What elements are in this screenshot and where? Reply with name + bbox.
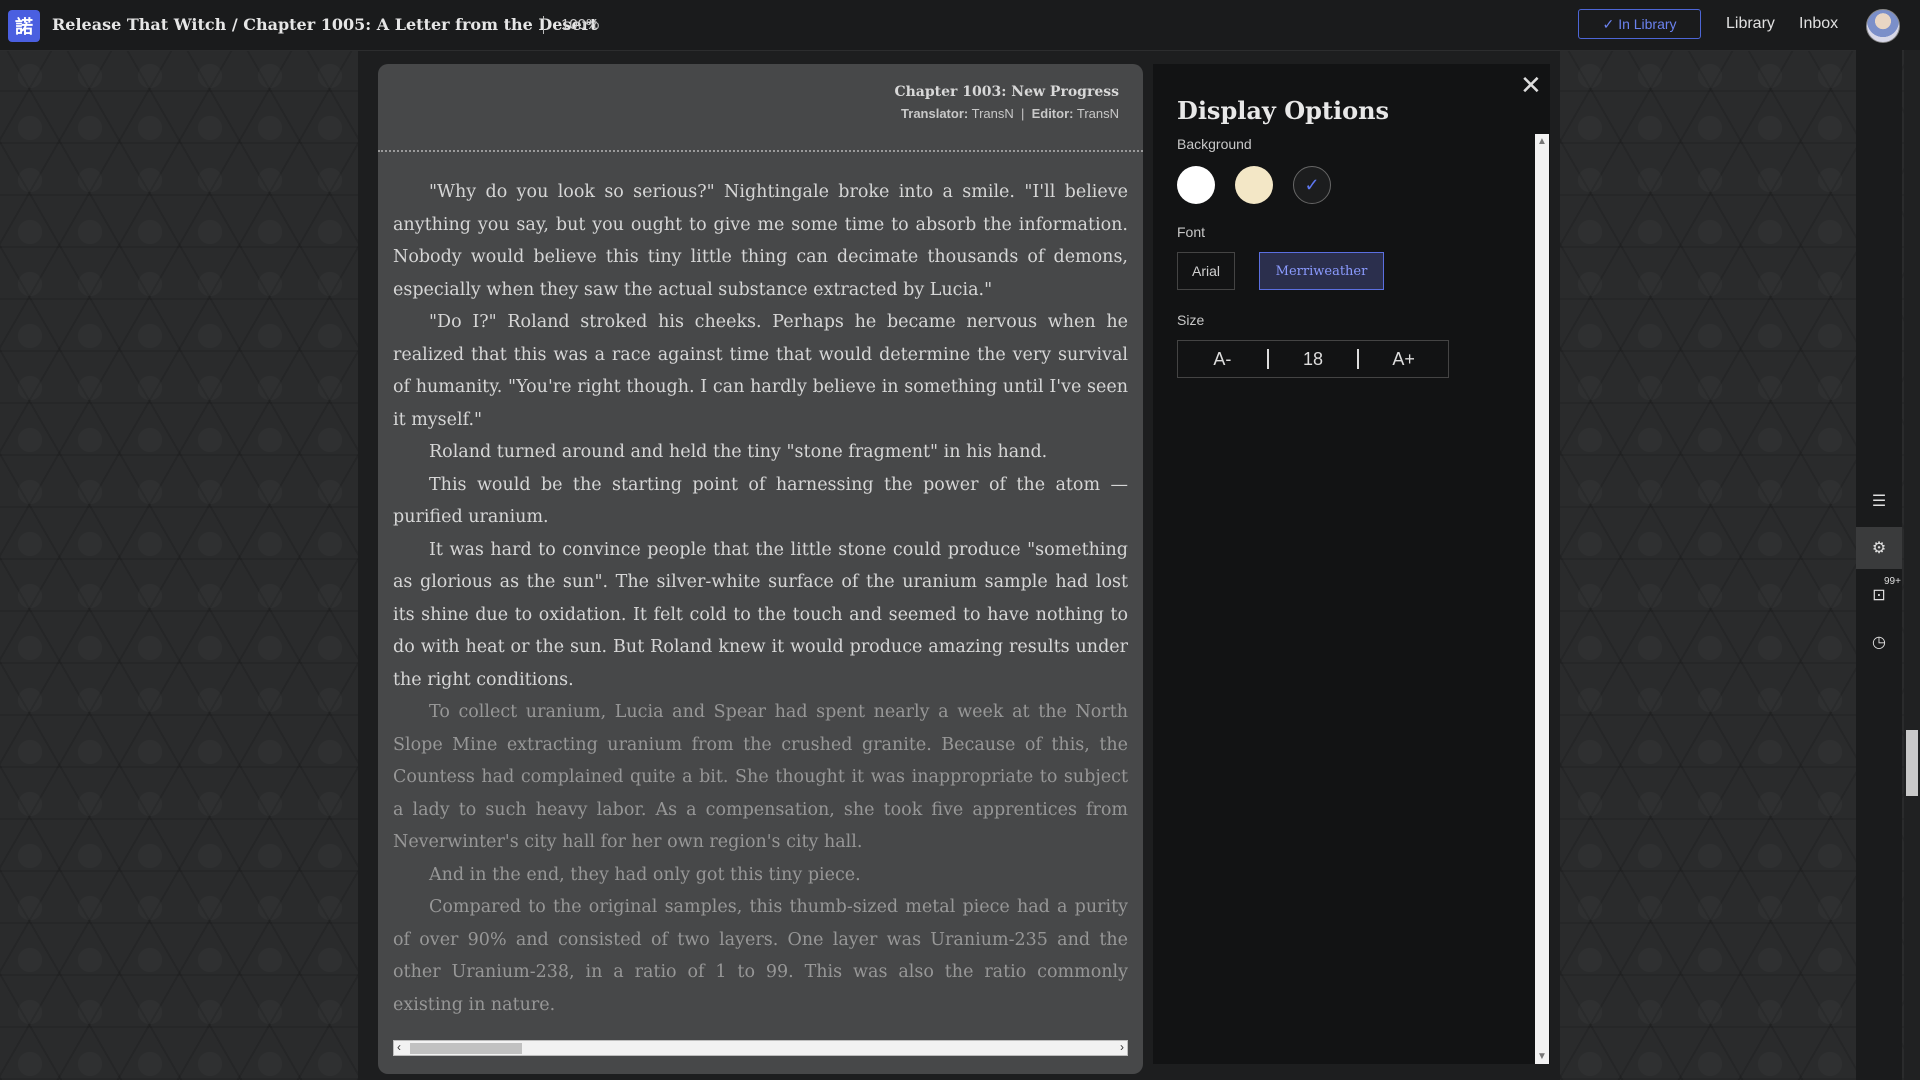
inbox-link[interactable]: Inbox bbox=[1799, 15, 1838, 33]
paragraph: It was hard to convince people that the … bbox=[393, 539, 1128, 690]
avatar[interactable] bbox=[1866, 9, 1900, 43]
top-bar: 諾 Release That Witch / Chapter 1005: A L… bbox=[0, 0, 1920, 51]
comments-icon[interactable]: ⊡ 99+ bbox=[1856, 574, 1902, 616]
paragraph: To collect uranium, Lucia and Spear had … bbox=[393, 702, 1128, 852]
divider bbox=[543, 16, 544, 34]
background-cream-option[interactable] bbox=[1235, 166, 1273, 204]
paragraph: And in the end, they had only got this t… bbox=[429, 864, 861, 885]
scroll-left-icon[interactable]: ‹ bbox=[397, 1040, 401, 1054]
breadcrumb[interactable]: Release That Witch / Chapter 1005: A Let… bbox=[52, 15, 597, 34]
scrollbar-thumb[interactable] bbox=[410, 1043, 522, 1054]
paragraph: Roland turned around and held the tiny "… bbox=[429, 442, 1048, 462]
paragraph: This would be the starting point of harn… bbox=[393, 474, 1128, 528]
table-of-contents-icon[interactable]: ☰ bbox=[1856, 480, 1902, 522]
app-logo[interactable]: 諾 bbox=[8, 10, 40, 42]
translator-name: TransN bbox=[971, 106, 1014, 121]
font-arial-button[interactable]: Arial bbox=[1177, 252, 1235, 290]
side-toolbar: ☰ ⚙ ⊡ 99+ ◷ bbox=[1856, 50, 1902, 1080]
paragraph: "Do I?" Roland stroked his cheeks. Perha… bbox=[393, 312, 1128, 430]
paragraph: Compared to the original samples, this t… bbox=[393, 897, 1128, 1015]
close-icon[interactable]: ✕ bbox=[1520, 70, 1542, 101]
size-value: 18 bbox=[1302, 348, 1324, 369]
in-library-button[interactable]: ✓ In Library bbox=[1578, 9, 1701, 39]
chapter-content: "Why do you look so serious?" Nightingal… bbox=[393, 176, 1128, 1021]
page-scrollbar[interactable] bbox=[1904, 50, 1920, 1080]
library-link[interactable]: Library bbox=[1726, 15, 1775, 33]
font-merriweather-button[interactable]: Merriweather bbox=[1259, 252, 1384, 290]
header-divider bbox=[378, 150, 1143, 152]
translator-label: Translator: bbox=[901, 106, 969, 121]
paragraph: "Why do you look so serious?" Nightingal… bbox=[393, 182, 1128, 300]
in-library-label: In Library bbox=[1618, 16, 1677, 32]
options-scrollbar[interactable]: ▲ ▼ bbox=[1535, 134, 1549, 1064]
horizontal-scrollbar[interactable]: ‹ › bbox=[393, 1040, 1128, 1056]
size-label: Size bbox=[1177, 312, 1205, 328]
scroll-up-icon[interactable]: ▲ bbox=[1537, 136, 1547, 147]
image-comment-icon: ⊡ bbox=[1872, 587, 1886, 604]
timer-icon[interactable]: ◷ bbox=[1856, 621, 1902, 663]
background-dark-option[interactable]: ✓ bbox=[1293, 166, 1331, 204]
scroll-right-icon[interactable]: › bbox=[1120, 1040, 1124, 1054]
comment-count-badge: 99+ bbox=[1884, 576, 1901, 587]
background-white-option[interactable] bbox=[1177, 166, 1215, 204]
chapter-header: Chapter 1003: New Progress Translator: T… bbox=[894, 84, 1119, 121]
background-label: Background bbox=[1177, 136, 1252, 152]
reader-panel: Chapter 1003: New Progress Translator: T… bbox=[378, 64, 1143, 1074]
settings-gear-icon[interactable]: ⚙ bbox=[1856, 527, 1902, 569]
display-options-panel: ✕ Display Options Background ✓ Font Aria… bbox=[1153, 64, 1550, 1064]
editor-name: TransN bbox=[1076, 106, 1119, 121]
chapter-credits: Translator: TransN | Editor: TransN bbox=[901, 106, 1119, 121]
chapter-title: Chapter 1003: New Progress bbox=[894, 84, 1119, 100]
editor-label: Editor: bbox=[1031, 106, 1074, 121]
page-scrollbar-thumb[interactable] bbox=[1906, 730, 1918, 796]
zoom-level[interactable]: 100% bbox=[561, 16, 599, 33]
decrease-size-button[interactable]: A- bbox=[1178, 349, 1267, 370]
check-icon: ✓ bbox=[1602, 15, 1615, 32]
font-label: Font bbox=[1177, 224, 1206, 240]
panel-title: Display Options bbox=[1177, 96, 1390, 125]
increase-size-button[interactable]: A+ bbox=[1359, 349, 1448, 370]
font-size-stepper: A- 18 A+ bbox=[1177, 340, 1449, 378]
check-icon: ✓ bbox=[1304, 174, 1320, 195]
scroll-down-icon[interactable]: ▼ bbox=[1537, 1051, 1547, 1062]
